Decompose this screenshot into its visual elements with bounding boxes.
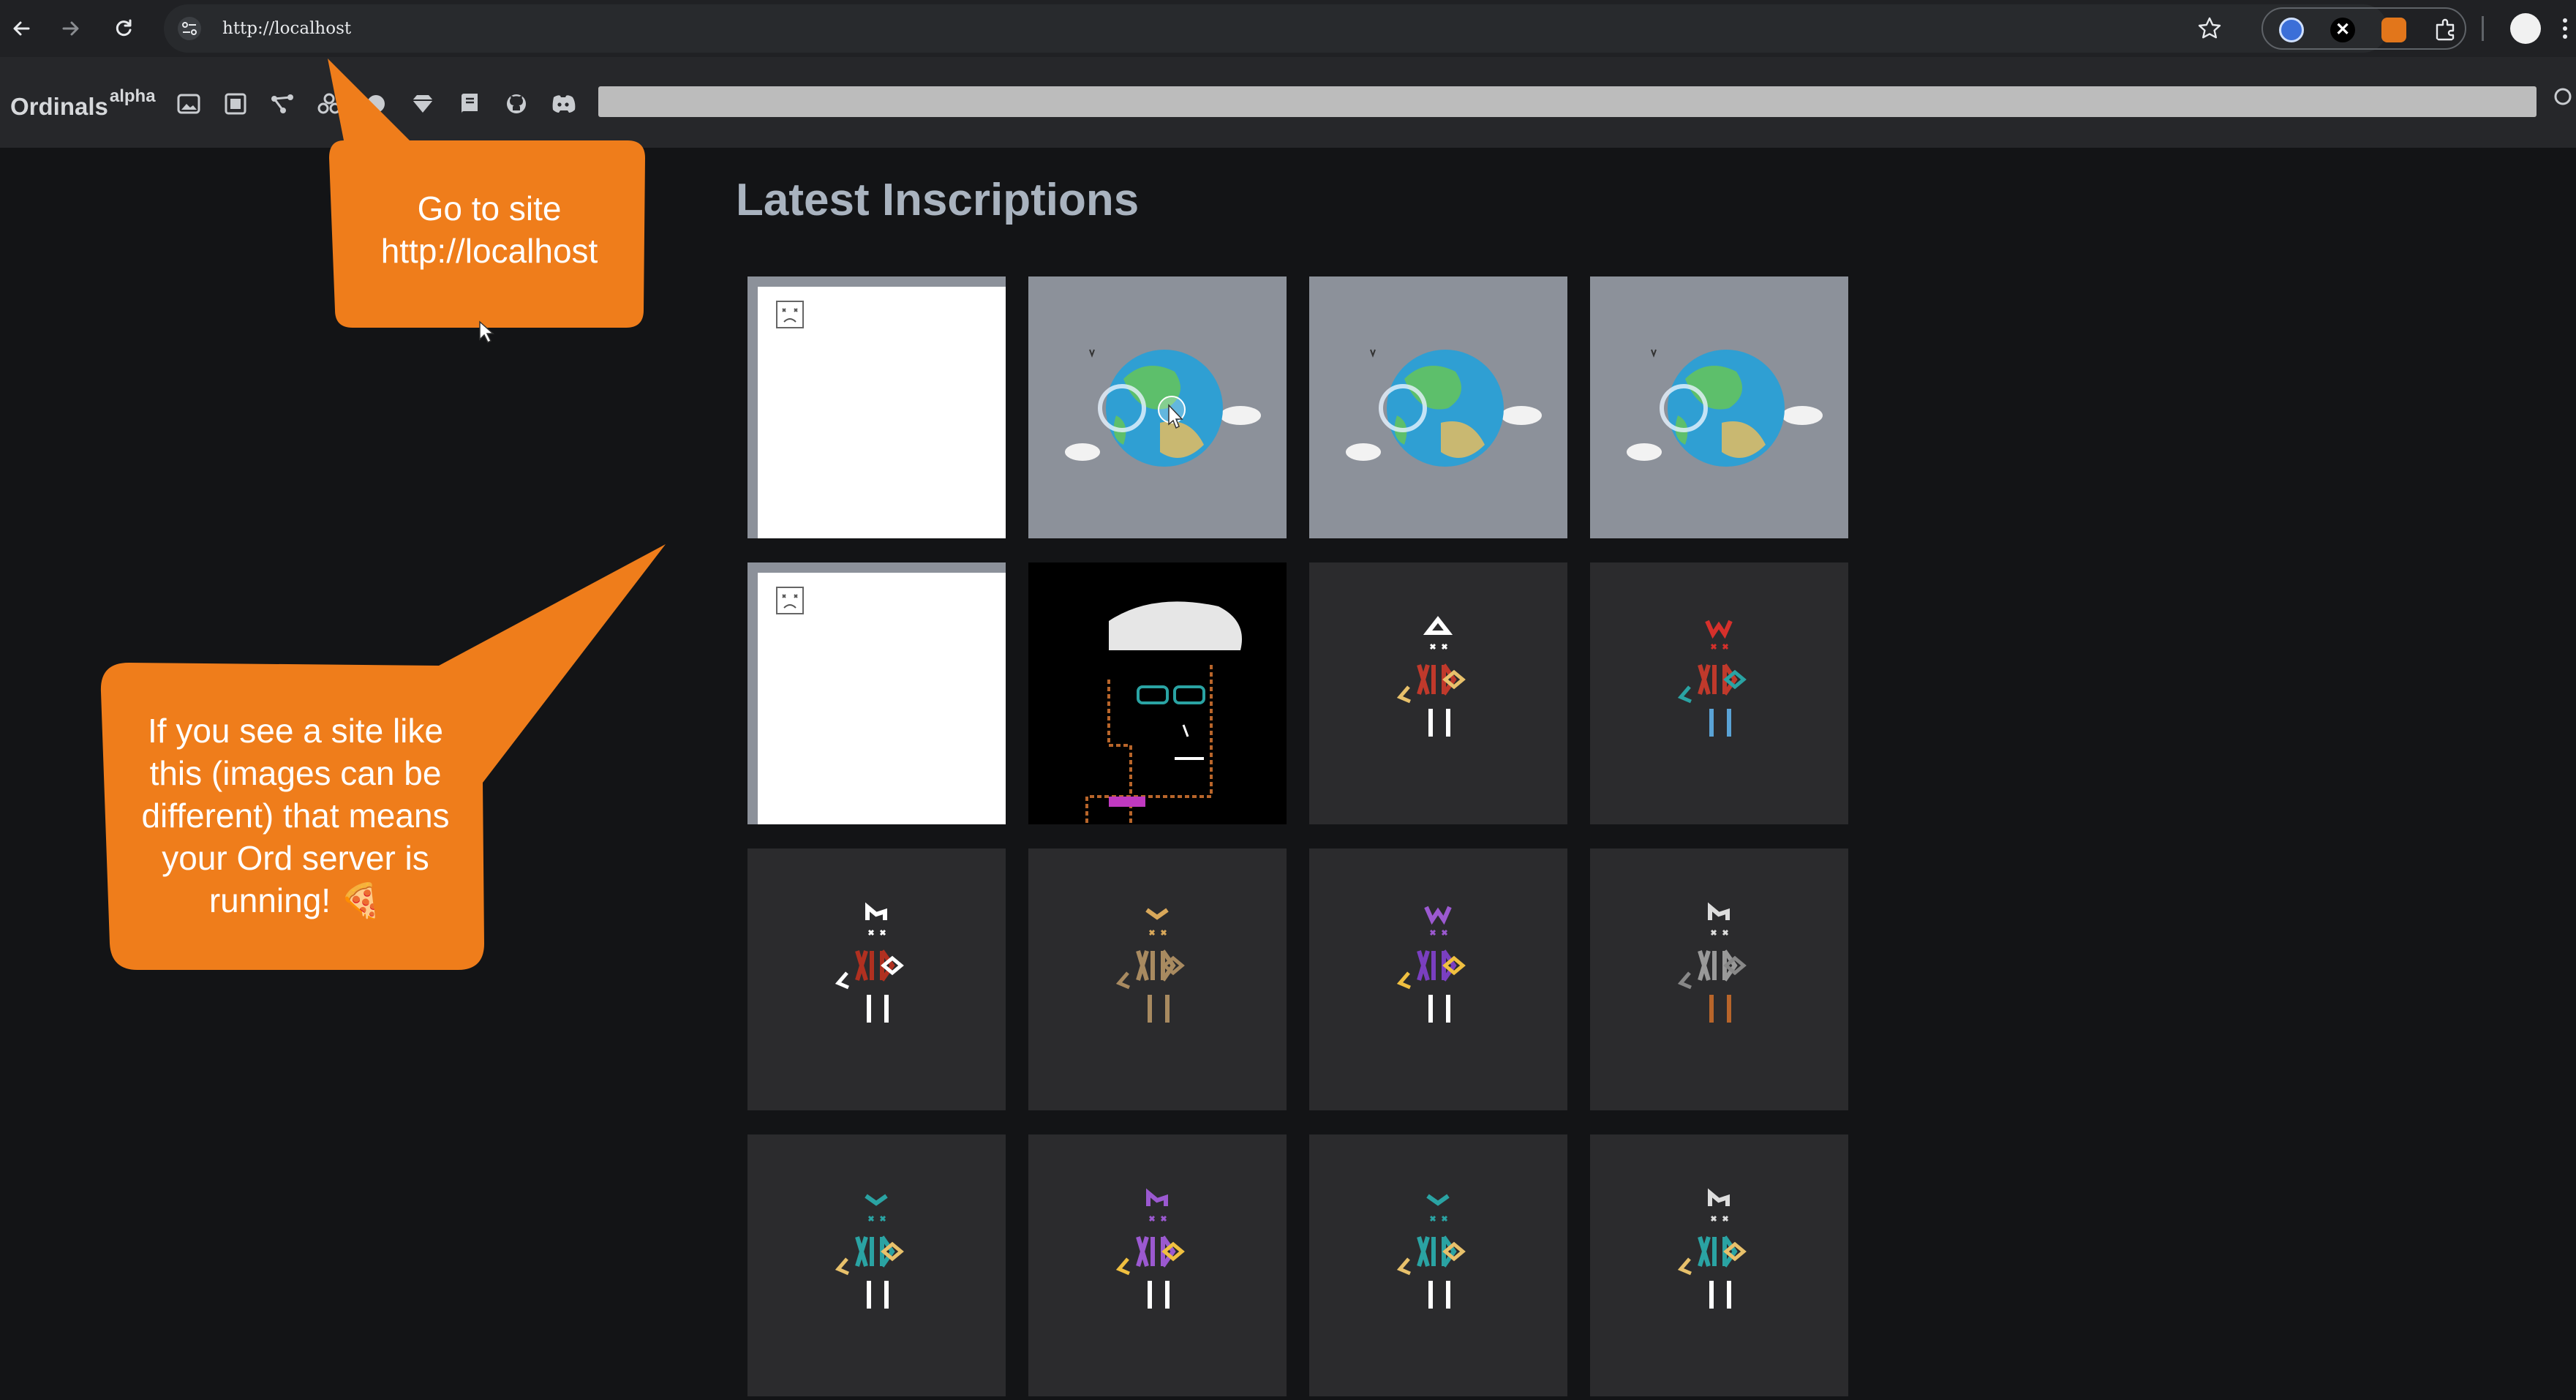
top-callout-text: Go to site http://localhost	[380, 189, 598, 270]
side-callout-text: If you see a site like this (images can …	[141, 712, 450, 919]
